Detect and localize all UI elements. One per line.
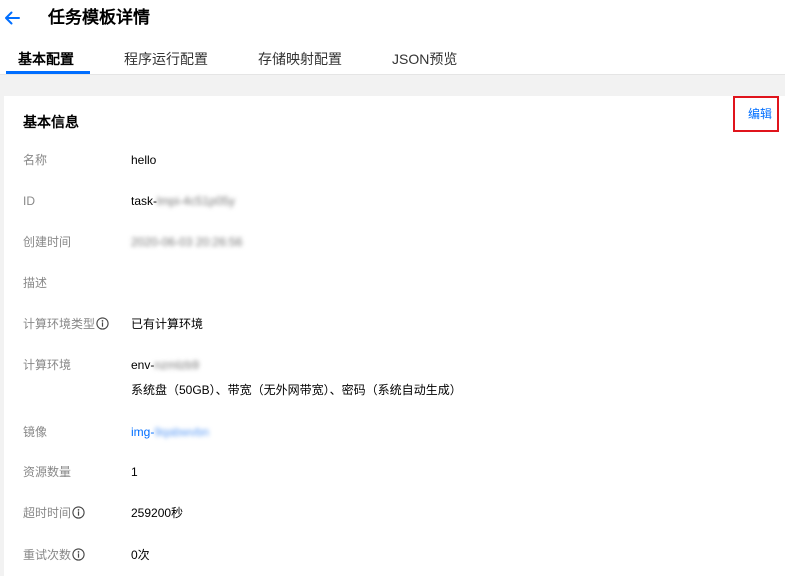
env-detail: 系统盘（50GB）、带宽（无外网带宽）、密码（系统自动生成） [131,383,462,397]
description-label: 描述 [23,276,48,290]
tab-json-preview[interactable]: JSON预览 [392,48,457,74]
name-label: 名称 [23,153,48,167]
info-circle-icon[interactable] [72,548,85,561]
basic-info-card [4,96,785,576]
id-value: task-lmpi-4c51p05y [131,193,235,209]
tab-bar: 基本配置 程序运行配置 存储映射配置 JSON预览 [0,48,785,75]
tab-storage-mapping[interactable]: 存储映射配置 [258,48,342,74]
retries-label: 重试次数 [23,547,85,563]
retries-value: 0次 [131,548,150,562]
env-type-label-text: 计算环境类型 [23,317,96,331]
created-time-value: 2020-06-03 20:26:56 [131,234,242,250]
timeout-label: 超时时间 [23,505,85,521]
env-prefix: env- [131,358,155,372]
image-link[interactable]: img-9qabwvbn [131,424,209,440]
arrow-left-icon[interactable] [3,9,21,27]
image-prefix: img- [131,425,155,439]
resource-count-label: 资源数量 [23,465,72,479]
id-prefix: task- [131,194,158,208]
name-value: hello [131,153,157,167]
image-masked: 9qabwvbn [154,425,210,439]
active-tab-indicator [6,71,90,74]
top-bar: 任务模板详情 基本配置 程序运行配置 存储映射配置 JSON预览 [0,0,785,75]
env-value: env-nzmlzb9 [131,357,199,373]
created-time-label: 创建时间 [23,235,72,249]
timeout-value: 259200秒 [131,506,184,520]
info-circle-icon[interactable] [96,317,109,330]
id-masked: lmpi-4c51p05y [157,194,236,208]
section-title: 基本信息 [23,114,79,130]
env-type-label: 计算环境类型 [23,316,109,332]
env-masked: nzmlzb9 [154,358,200,372]
env-type-value: 已有计算环境 [131,317,204,331]
timeout-label-text: 超时时间 [23,506,72,520]
created-time-masked: 2020-06-03 20:26:56 [131,235,243,249]
tab-program-config[interactable]: 程序运行配置 [124,48,208,74]
retries-label-text: 重试次数 [23,548,72,562]
resource-count-value: 1 [131,465,138,479]
image-label: 镜像 [23,425,48,439]
env-label: 计算环境 [23,358,72,372]
id-label: ID [23,194,35,208]
page-title: 任务模板详情 [48,8,150,27]
edit-button[interactable]: 编辑 [748,106,772,122]
info-circle-icon[interactable] [72,506,85,519]
